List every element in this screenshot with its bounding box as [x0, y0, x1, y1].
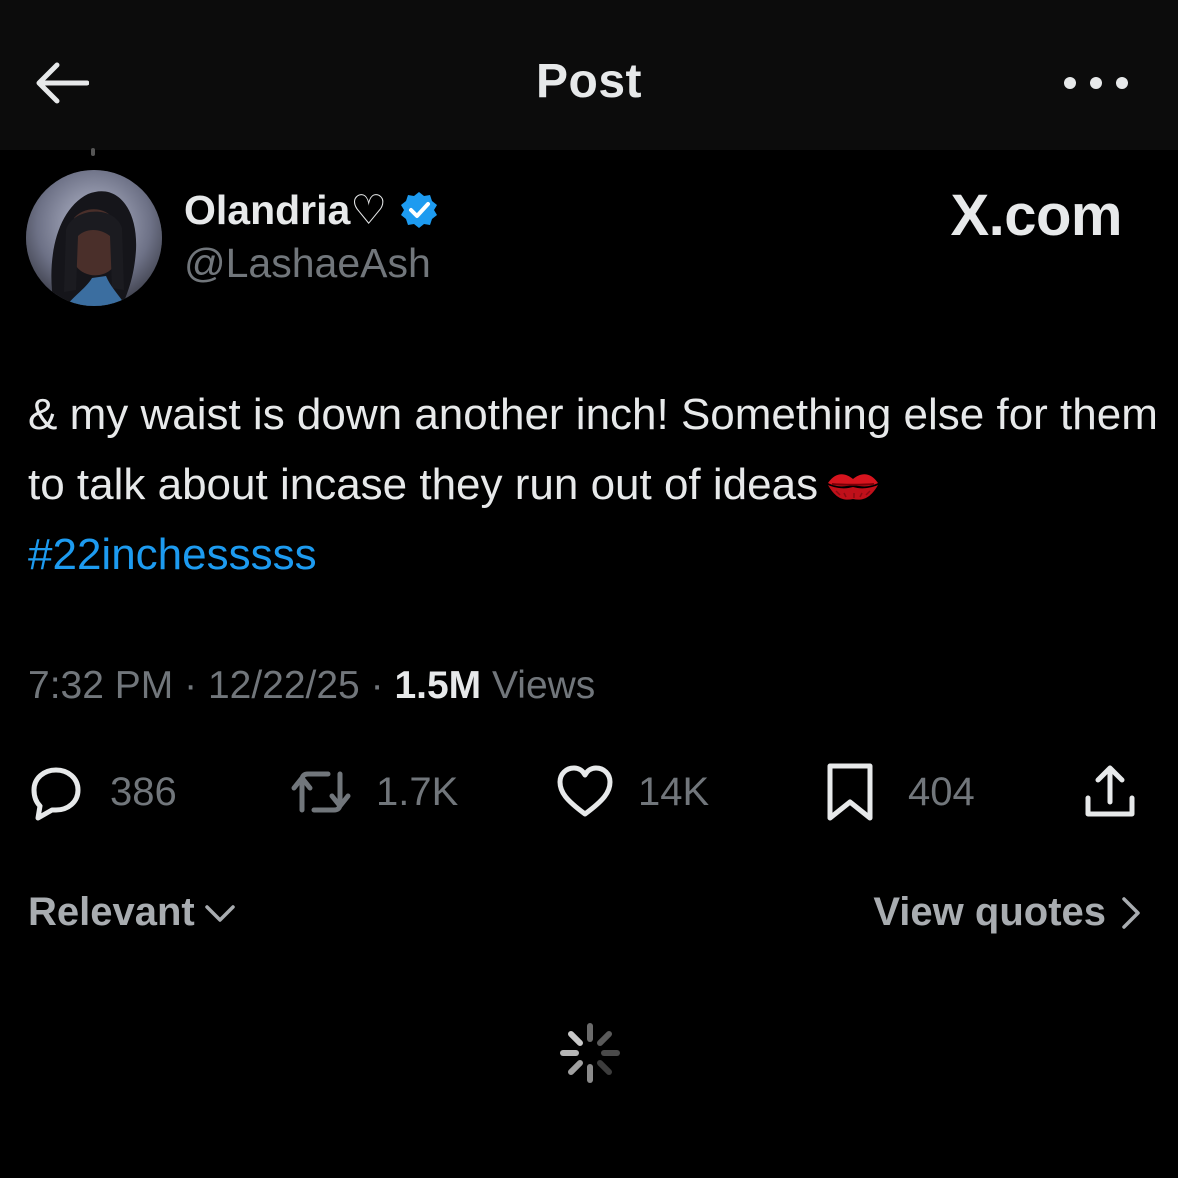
author-handle[interactable]: @LashaeAsh [184, 240, 431, 287]
display-name-text: Olandria♡ [184, 187, 388, 233]
view-quotes-link[interactable]: View quotes [873, 890, 1142, 935]
like-count: 14K [638, 769, 710, 814]
post-body: & my waist is down another inch! Somethi… [28, 390, 1158, 509]
more-horizontal-icon [1064, 77, 1076, 89]
meta-separator: · [370, 664, 384, 707]
bookmark-button[interactable]: 404 [822, 760, 975, 824]
reply-icon [31, 767, 81, 821]
author-display-name[interactable]: Olandria♡ [184, 186, 439, 234]
more-options-button[interactable] [1064, 68, 1128, 98]
chevron-down-icon [205, 904, 235, 922]
post-date: 12/22/25 [207, 664, 360, 707]
more-dot [1116, 77, 1128, 89]
kiss-mark-emoji-icon [824, 456, 882, 500]
action-bar: 386 1.7K 14K 404 [0, 760, 1178, 824]
reply-count: 386 [110, 769, 177, 814]
like-button[interactable]: 14K [554, 760, 709, 824]
sort-relevant-dropdown[interactable]: Relevant [28, 890, 237, 935]
meta-separator: · [184, 664, 198, 707]
hashtag-link[interactable]: #22inchesssss [28, 530, 317, 579]
loading-spinner-icon [559, 1022, 621, 1084]
bookmark-count: 404 [908, 769, 975, 814]
share-icon [1085, 765, 1135, 817]
thread-connector [91, 148, 95, 156]
views-count[interactable]: 1.5M [394, 664, 481, 707]
avatar[interactable] [26, 170, 162, 306]
top-bar: Post [0, 0, 1178, 150]
chevron-right-icon [1122, 896, 1140, 929]
reply-button[interactable]: 386 [26, 760, 177, 824]
post-meta: 7:32 PM · 12/22/25 · 1.5M Views [28, 664, 595, 708]
repost-icon [291, 771, 351, 813]
repost-button[interactable]: 1.7K [288, 760, 458, 824]
avatar-image [26, 170, 162, 306]
views-label[interactable]: Views [492, 664, 595, 707]
view-quotes-label: View quotes [873, 890, 1106, 934]
brand-watermark: X.com [950, 183, 1122, 248]
heart-icon [557, 765, 613, 817]
repost-count: 1.7K [376, 769, 459, 814]
bookmark-icon [827, 763, 873, 821]
more-dot [1090, 77, 1102, 89]
verified-badge-icon[interactable] [399, 190, 439, 230]
post-text: & my waist is down another inch! Somethi… [28, 380, 1158, 590]
post-time: 7:32 PM [28, 664, 174, 707]
page-title: Post [535, 55, 642, 108]
sort-label: Relevant [28, 890, 195, 934]
share-button[interactable] [1080, 760, 1140, 824]
